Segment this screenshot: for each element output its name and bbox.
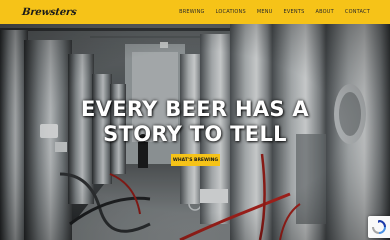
- hero-headline: EVERY BEER HAS A STORY TO TELL: [0, 97, 390, 147]
- nav-menu[interactable]: MENU: [257, 9, 273, 15]
- nav-contact[interactable]: CONTACT: [345, 9, 370, 15]
- whats-brewing-button[interactable]: WHAT'S BREWING: [171, 154, 220, 166]
- recaptcha-badge[interactable]: [368, 216, 390, 238]
- nav-events[interactable]: EVENTS: [284, 9, 305, 15]
- recaptcha-icon: [372, 220, 386, 234]
- nav-about[interactable]: ABOUT: [315, 9, 333, 15]
- site-header: Brewsters BREWING LOCATIONS MENU EVENTS …: [0, 0, 390, 24]
- headline-line-1: EVERY BEER HAS A: [81, 97, 309, 121]
- headline-line-2: STORY TO TELL: [103, 122, 287, 146]
- nav-locations[interactable]: LOCATIONS: [216, 9, 246, 15]
- main-menu: BREWING LOCATIONS MENU EVENTS ABOUT CONT…: [179, 9, 370, 15]
- brewsters-logo[interactable]: Brewsters: [21, 7, 77, 18]
- nav-brewing[interactable]: BREWING: [179, 9, 205, 15]
